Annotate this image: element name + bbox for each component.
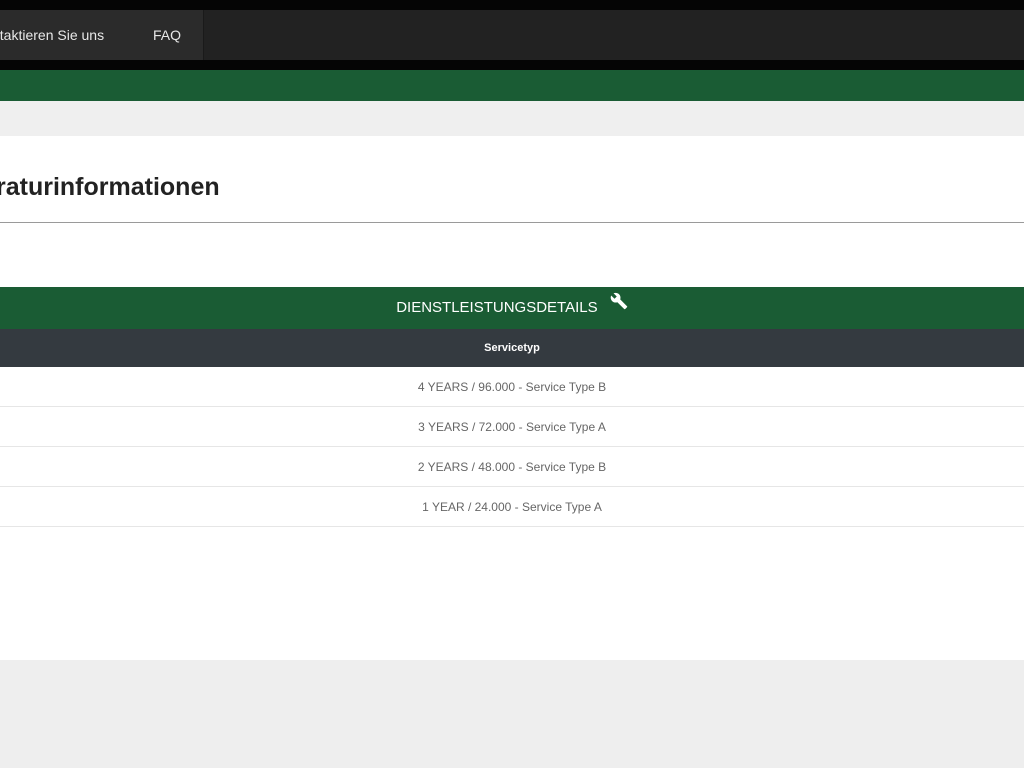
nav-contact-link[interactable]: ntaktieren Sie uns xyxy=(0,10,130,60)
table-row: 4 YEARS / 96.000 - Service Type B xyxy=(0,367,1024,407)
top-strip xyxy=(0,0,1024,10)
table-row: 3 YEARS / 72.000 - Service Type A xyxy=(0,407,1024,447)
content-panel: raturinformationen DIENSTLEISTUNGSDETAIL… xyxy=(0,136,1024,660)
green-banner xyxy=(0,70,1024,101)
nav-faq-link[interactable]: FAQ xyxy=(130,10,204,60)
wrench-icon xyxy=(610,285,628,327)
service-details-header: DIENSTLEISTUNGSDETAILS xyxy=(0,287,1024,329)
nav-bottom-strip xyxy=(0,60,1024,70)
title-divider xyxy=(0,222,1024,223)
table-row: 2 YEARS / 48.000 - Service Type B xyxy=(0,447,1024,487)
column-header-service-type[interactable]: Servicetyp xyxy=(0,329,1024,367)
navbar: ntaktieren Sie uns FAQ xyxy=(0,10,1024,60)
table-row: 1 YEAR / 24.000 - Service Type A xyxy=(0,487,1024,527)
service-rows: 4 YEARS / 96.000 - Service Type B 3 YEAR… xyxy=(0,367,1024,527)
nav-divider xyxy=(203,10,204,60)
grey-spacer xyxy=(0,101,1024,136)
service-details-title: DIENSTLEISTUNGSDETAILS xyxy=(396,299,598,316)
page-title: raturinformationen xyxy=(0,173,220,201)
